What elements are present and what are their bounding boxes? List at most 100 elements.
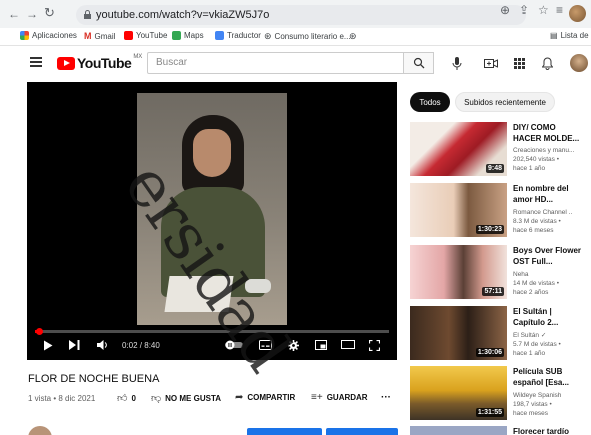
- subtitles-icon[interactable]: [259, 340, 272, 353]
- thumbs-up-icon: 👍︎: [117, 393, 128, 404]
- bookmark-youtube[interactable]: YouTube: [124, 31, 167, 40]
- youtube-logo[interactable]: YouTube MX: [57, 54, 143, 71]
- theater-mode-icon[interactable]: [341, 340, 355, 352]
- recommendation-item[interactable]: 1:30:06 El Sultán | Capítulo 2... El Sul…: [410, 306, 591, 364]
- dislike-button[interactable]: 👎︎ NO ME GUSTA: [151, 392, 221, 404]
- recommendation-thumbnail: 57:11: [410, 245, 507, 299]
- extension-icon[interactable]: ≡: [556, 3, 563, 17]
- recommendation-title: El Sultán | Capítulo 2...: [513, 307, 559, 327]
- subscribe-button[interactable]: [326, 428, 398, 435]
- recommendation-item[interactable]: 9:48 DIY/ COMO HACER MOLDE... Creaciones…: [410, 122, 591, 180]
- presenter-face: [193, 129, 231, 177]
- scrubber-handle[interactable]: [36, 328, 43, 335]
- search-button[interactable]: [404, 52, 434, 74]
- duration-badge: 1:30:23: [475, 225, 504, 234]
- back-icon[interactable]: ←: [8, 8, 20, 20]
- chip-recent-uploads[interactable]: Subidos recientemente: [455, 92, 555, 112]
- video-meta: 1 vista • 8 dic 2021: [28, 394, 96, 403]
- create-video-icon[interactable]: [484, 56, 498, 70]
- reload-icon[interactable]: ↻: [44, 6, 55, 19]
- recommendation-meta: Wildeye Spanish 198,7 vistas • hace mese…: [513, 392, 562, 417]
- youtube-header: YouTube MX Buscar: [0, 46, 591, 80]
- like-count: 0: [131, 393, 136, 403]
- bookmark-label: Consumo literario e...: [274, 32, 351, 41]
- bookmark-reading-list[interactable]: ▤Lista de le: [550, 31, 591, 40]
- star-icon[interactable]: ☆: [538, 3, 549, 17]
- settings-gear-icon[interactable]: [288, 340, 299, 354]
- recommendation-meta: El Sultán ✓ 5.7 M de vistas • hace 1 año: [513, 332, 561, 357]
- video-title: FLOR DE NOCHE BUENA: [28, 373, 160, 385]
- notifications-bell-icon[interactable]: [540, 56, 554, 70]
- browser-profile-avatar[interactable]: [569, 5, 586, 22]
- address-bar[interactable]: youtube.com/watch?v=vkiaZW5J7o: [76, 5, 526, 25]
- bookmark-label: Gmail: [94, 31, 116, 41]
- forward-icon[interactable]: →: [26, 8, 38, 20]
- channel-avatar[interactable]: [28, 426, 52, 435]
- chip-todos[interactable]: Todos: [410, 92, 450, 112]
- next-icon[interactable]: [69, 340, 80, 353]
- bookmark-apps[interactable]: Aplicaciones: [20, 31, 77, 40]
- recommendation-title: Florecer tardío: [513, 427, 570, 435]
- globe-icon: ⊛: [349, 31, 357, 41]
- autoplay-toggle[interactable]: [225, 340, 243, 353]
- reading-list-icon: ▤: [550, 31, 558, 40]
- duration-badge: 1:30:06: [475, 348, 504, 357]
- paper-sheet: [164, 276, 234, 312]
- total-duration: 8:40: [144, 341, 160, 350]
- bookmark-traductor[interactable]: Traductor: [215, 31, 261, 40]
- save-label: GUARDAR: [326, 393, 368, 402]
- recommendation-item[interactable]: Florecer tardío: [410, 426, 591, 435]
- join-button[interactable]: [247, 428, 322, 435]
- save-button[interactable]: ≡+ GUARDAR: [311, 392, 368, 403]
- volume-icon[interactable]: [97, 340, 109, 353]
- recommendation-thumbnail: [410, 426, 507, 435]
- country-code: MX: [133, 54, 143, 60]
- recommendation-item[interactable]: 1:30:23 En nombre del amor HD... Romance…: [410, 183, 591, 241]
- play-icon[interactable]: [43, 340, 53, 354]
- url-text: youtube.com/watch?v=vkiaZW5J7o: [96, 9, 270, 21]
- recommendation-title: En nombre del amor HD...: [513, 184, 569, 204]
- apps-grid-icon: [20, 31, 29, 40]
- like-button[interactable]: 👍︎ 0: [117, 392, 136, 404]
- fullscreen-icon[interactable]: [368, 339, 381, 354]
- dislike-label: NO ME GUSTA: [165, 393, 222, 403]
- thumbs-down-icon: 👎︎: [151, 393, 162, 404]
- bookmark-gmail[interactable]: M Gmail: [84, 31, 115, 41]
- share-arrow-icon: ➦: [235, 392, 244, 403]
- recommendation-item[interactable]: 57:11 Boys Over Flower OST Full... Neha …: [410, 245, 591, 303]
- progress-bar[interactable]: [35, 328, 389, 335]
- search-icon: [413, 57, 424, 69]
- bookmark-consumo[interactable]: ⊛ Consumo literario e...: [264, 31, 351, 42]
- recommendation-meta: Creaciones y manu... 202,540 vistas • ha…: [513, 147, 575, 172]
- recommendation-thumbnail: 9:48: [410, 122, 507, 176]
- bookmark-maps[interactable]: Maps: [172, 31, 204, 40]
- apps-icon[interactable]: [512, 56, 526, 70]
- microphone-icon[interactable]: [450, 56, 464, 70]
- duration-badge: 9:48: [485, 164, 504, 173]
- bookmark-label: Aplicaciones: [32, 31, 77, 40]
- account-avatar[interactable]: [570, 54, 588, 72]
- video-player[interactable]: 0:02 / 8:40: [27, 82, 397, 360]
- lock-icon: [84, 10, 91, 19]
- bookmarks-bar: Aplicaciones M Gmail YouTube Maps Traduct…: [0, 28, 591, 46]
- google-lens-icon[interactable]: ⊕: [500, 3, 510, 17]
- share-icon[interactable]: ⇪: [519, 3, 529, 17]
- share-label: COMPARTIR: [247, 393, 296, 402]
- menu-icon[interactable]: [30, 57, 42, 67]
- gmail-icon: M: [84, 31, 92, 41]
- recommendation-meta: Romance Channel .. 8.3 M de vistas • hac…: [513, 209, 573, 234]
- miniplayer-icon[interactable]: [315, 340, 327, 353]
- search-placeholder: Buscar: [156, 57, 188, 68]
- craft-material: [245, 279, 271, 293]
- browser-toolbar: ← → ↻ youtube.com/watch?v=vkiaZW5J7o ⊕ ⇪…: [0, 0, 591, 28]
- youtube-icon: [124, 31, 133, 40]
- share-button[interactable]: ➦ COMPARTIR: [235, 392, 295, 403]
- bookmark-extra[interactable]: ⊛: [349, 31, 357, 42]
- recommendation-meta: Neha 14 M de vistas • hace 2 años: [513, 271, 559, 296]
- search-input[interactable]: Buscar: [147, 52, 404, 74]
- current-time: 0:02: [122, 341, 138, 350]
- recommendation-item[interactable]: 1:31:55 Película SUB español [Esa... Wil…: [410, 366, 591, 424]
- playlist-add-icon: ≡+: [311, 392, 323, 403]
- more-actions-button[interactable]: ···: [381, 392, 391, 403]
- translate-icon: [215, 31, 224, 40]
